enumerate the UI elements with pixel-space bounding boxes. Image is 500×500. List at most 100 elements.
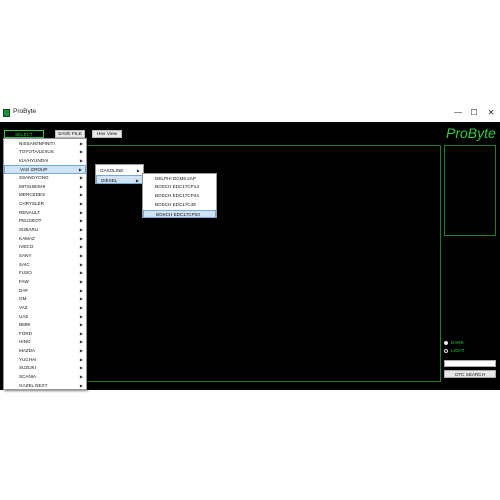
probyte-logo: ProByte (446, 125, 496, 141)
menu1-item-label: SCANIA (19, 374, 37, 380)
menu3-item[interactable]: BOSCH EDC17CP44 (143, 192, 216, 201)
submenu-arrow-icon: ▶ (79, 209, 83, 215)
menu1-item-label: MAZDA (19, 348, 36, 354)
menu1-item[interactable]: KAMAZ ▶ (4, 235, 86, 244)
hex-view-button[interactable]: Hex View (92, 130, 122, 138)
submenu-arrow-icon: ▶ (79, 365, 83, 371)
side-info-panel (444, 145, 496, 236)
menu3-item[interactable]: DELPHI DCM6.2AP (143, 175, 216, 184)
menu1-item-label: PEUGEOT (19, 218, 42, 224)
close-button[interactable]: ✕ (484, 107, 498, 119)
save-file-button[interactable]: SAVE FILE (55, 130, 85, 138)
menu1-item[interactable]: TOYOTA/LEXUS ▶ (4, 148, 86, 157)
menu2-item[interactable]: GASOLINE ▶ (96, 166, 143, 175)
menu1-item[interactable]: BMW ▶ (4, 321, 86, 330)
submenu-arrow-icon: ▶ (79, 296, 83, 302)
dtc-search-input[interactable] (444, 360, 496, 367)
submenu-arrow-icon: ▶ (79, 157, 83, 163)
submenu-arrow-icon: ▶ (79, 244, 83, 250)
submenu-arrow-icon: ▶ (79, 227, 83, 232)
menu3-item[interactable]: BOSCH EDC17CP20 (143, 209, 216, 219)
submenu-arrow-icon: ▶ (135, 177, 139, 183)
menu3-item[interactable]: BOSCH EDC17C46 (143, 201, 216, 210)
menu2-item[interactable]: DIESEL ▶ (96, 174, 143, 184)
menu1-item[interactable]: NISSAN/INFINITI ▶ (4, 140, 86, 149)
menu1-item-label: GM (19, 296, 27, 302)
menu1-item[interactable]: SCANIA ▶ (4, 373, 86, 382)
submenu-arrow-icon: ▶ (79, 140, 83, 146)
submenu-arrow-icon: ▶ (79, 339, 83, 345)
menu1-item[interactable]: FUSO ▶ (4, 269, 86, 278)
menu1-item-label: HINO (19, 339, 31, 345)
ecu-menu: DELPHI DCM6.2AP BOSCH EDC17CP14 BOSCH EDC1… (142, 173, 217, 219)
submenu-arrow-icon: ▶ (79, 235, 83, 241)
title-bar (0, 106, 500, 121)
menu1-item[interactable]: SSANGYONG ▶ (4, 174, 86, 183)
menu1-item[interactable]: FORD ▶ (4, 330, 86, 339)
menu1-item-label: SSANGYONG (19, 175, 49, 181)
submenu-arrow-icon: ▶ (79, 313, 83, 319)
menu3-item-label: BOSCH EDC17CP20 (156, 211, 200, 217)
menu1-item-label: KAMAZ (19, 235, 35, 241)
menu1-item-label: BMW (19, 322, 31, 328)
menu1-item-label: CHRYSLER (19, 201, 44, 207)
menu1-item[interactable]: UAZ ▶ (4, 313, 86, 322)
menu1-item[interactable]: GM ▶ (4, 295, 86, 304)
menu3-item[interactable]: BOSCH EDC17CP14 (143, 183, 216, 192)
menu1-item-label: SAIC (19, 261, 30, 267)
menu1-item[interactable]: MAZDA ▶ (4, 347, 86, 356)
select-module-button[interactable]: SELECT MODULE (4, 130, 44, 145)
menu1-item[interactable]: FAW ▶ (4, 278, 86, 287)
menu3-item-label: DELPHI DCM6.2AP (155, 175, 196, 181)
submenu-arrow-icon: ▶ (79, 374, 83, 380)
theme-dark-radio[interactable]: DARK (444, 339, 464, 347)
menu1-item[interactable]: KIA/HYUNDAI ▶ (4, 157, 86, 166)
menu1-item[interactable]: SANY ▶ (4, 252, 86, 261)
menu1-item-label: SUBARU (19, 227, 39, 232)
menu1-item-label: SANY (19, 252, 32, 258)
submenu-arrow-icon: ▶ (136, 167, 140, 173)
radio-unselected-icon (444, 348, 448, 353)
menu1-item[interactable]: SUZUKI ▶ (4, 364, 86, 373)
submenu-arrow-icon: ▶ (79, 192, 83, 198)
theme-light-label: LIGHT (451, 348, 465, 353)
theme-light-radio[interactable]: LIGHT (444, 347, 465, 355)
menu2-item-label: DIESEL (101, 177, 118, 183)
submenu-arrow-icon: ▶ (79, 175, 83, 181)
manufacturer-menu: NISSAN/INFINITI ▶ TOYOTA/LEXUS ▶ KIA/HYUNDAI… (3, 138, 87, 390)
menu1-item-label: VAZ (19, 304, 28, 310)
menu1-item[interactable]: DAF ▶ (4, 287, 86, 296)
submenu-arrow-icon: ▶ (79, 348, 83, 354)
submenu-arrow-icon: ▶ (79, 201, 83, 207)
submenu-arrow-icon: ▶ (79, 149, 83, 155)
menu1-item[interactable]: IVECO ▶ (4, 243, 86, 252)
menu1-item-label: YUCHAI (19, 356, 37, 362)
menu1-item-label: MERCEDES (19, 192, 46, 198)
theme-dark-label: DARK (451, 340, 464, 345)
menu1-item[interactable]: YUCHAI ▶ (4, 356, 86, 365)
menu1-item[interactable]: MITSUBISHI ▶ (4, 183, 86, 192)
menu1-item[interactable]: GAZEL NEXT ▶ (4, 382, 86, 391)
menu1-item[interactable]: SUBARU ▶ (4, 226, 86, 235)
menu1-item-label: FORD (19, 330, 33, 336)
submenu-arrow-icon: ▶ (79, 183, 83, 189)
menu1-item-label: IVECO (19, 244, 34, 250)
menu1-item[interactable]: VAZ ▶ (4, 304, 86, 313)
menu1-item[interactable]: HINO ▶ (4, 338, 86, 347)
submenu-arrow-icon: ▶ (79, 382, 83, 388)
menu1-item[interactable]: PEUGEOT ▶ (4, 217, 86, 226)
menu1-item[interactable]: MERCEDES ▶ (4, 191, 86, 200)
maximize-button[interactable]: ☐ (467, 107, 481, 119)
menu1-item-label: NISSAN/INFINITI (19, 140, 55, 146)
menu1-item[interactable]: SAIC ▶ (4, 261, 86, 270)
menu1-item[interactable]: RENAULT ▶ (4, 209, 86, 218)
menu1-item-label: TOYOTA/LEXUS (19, 149, 54, 155)
dtc-search-button[interactable]: DTC SEARCH (444, 370, 496, 378)
menu1-item[interactable]: CHRYSLER ▶ (4, 200, 86, 209)
minimize-button[interactable]: — (451, 107, 465, 119)
radio-selected-icon (444, 340, 448, 345)
menu3-item-label: BOSCH EDC17C46 (155, 201, 196, 207)
menu3-item-label: BOSCH EDC17CP44 (155, 193, 199, 199)
menu1-item-label: UAZ (19, 313, 29, 319)
menu1-item[interactable]: VAG GROUP ▶ (4, 165, 86, 175)
